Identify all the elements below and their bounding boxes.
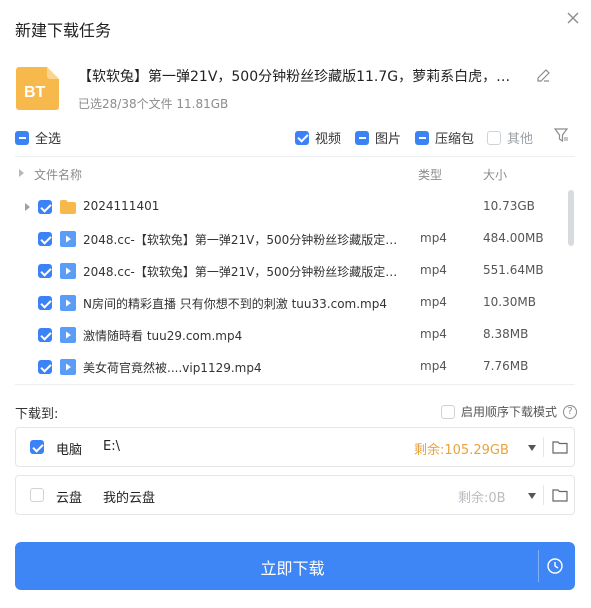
filter-archive[interactable]: 压缩包 [415,128,474,147]
task-summary: 已选28/38个文件 11.81GB [78,97,229,111]
file-size: 10.30MB [483,295,536,309]
help-icon[interactable]: ? [563,404,578,419]
file-row[interactable]: 激情随時看 tuu29.com.mp4 mp4 8.38MB [15,319,565,351]
target-name: 电脑 [56,443,83,458]
column-type-header[interactable]: 类型 [418,166,442,183]
file-checkbox[interactable] [38,200,52,214]
edit-icon[interactable] [536,67,552,83]
file-name: N房间的精彩直播 只有你想不到的刺激 tuu33.com.mp4 [83,297,387,311]
file-row[interactable]: 美女荷官竟然被....vip1129.mp4 mp4 7.76MB [15,351,565,383]
file-name: 激情随時看 tuu29.com.mp4 [83,329,243,343]
divider [543,437,544,457]
filter-archive-box[interactable] [415,130,429,145]
filter-icon[interactable] [553,127,569,143]
file-row[interactable]: N房间的精彩直播 只有你想不到的刺激 tuu33.com.mp4 mp4 10.… [15,287,565,319]
file-table-header: 文件名称 类型 大小 [15,166,575,184]
file-size: 551.64MB [483,263,544,277]
file-size: 10.73GB [483,199,535,213]
sequential-download-toggle[interactable]: 启用顺序下载模式 ? [441,403,578,420]
file-filter-bar: 全选 视频 图片 压缩包 其他 [15,126,575,147]
task-name: 【软软兔】第一弹21V，500分钟粉丝珍藏版11.7G，萝莉系白虎，户外… [78,69,518,85]
path-dropdown-icon[interactable] [528,493,536,499]
file-type: mp4 [420,295,447,309]
column-name-header[interactable]: 文件名称 [34,166,82,183]
file-row[interactable]: 2048.cc-【软软兔】第一弹21V，500分钟粉丝珍藏版定制… mp4 55… [15,255,565,287]
target-computer[interactable]: 电脑 E:\ 剩余:105.29GB [15,427,575,467]
download-now-button[interactable]: 立即下载 [15,542,575,590]
bt-icon-label: BT [24,84,46,101]
divider [15,156,575,157]
target-name: 云盘 [56,491,83,506]
file-row[interactable]: 2048.cc-【软软兔】第一弹21V，500分钟粉丝珍藏版定制… mp4 48… [15,223,565,255]
video-file-icon [59,327,77,343]
file-type: mp4 [420,263,447,277]
target-cloud-checkbox[interactable] [30,488,44,502]
filter-video-label: 视频 [315,132,342,147]
folder-icon [59,199,77,215]
file-size: 8.38MB [483,327,529,341]
filter-archive-label: 压缩包 [435,132,475,147]
select-all-checkbox[interactable]: 全选 [15,128,61,147]
sequential-download-checkbox[interactable] [441,404,455,419]
divider [15,384,575,385]
target-free-space: 剩余:105.29GB [414,443,509,458]
close-icon[interactable] [565,10,581,26]
task-header: BT 【软软兔】第一弹21V，500分钟粉丝珍藏版11.7G，萝莉系白虎，户外…… [15,62,575,112]
target-cloud[interactable]: 云盘 我的云盘 剩余:0B [15,475,575,515]
collapse-all-icon[interactable] [19,169,24,177]
file-type: mp4 [420,359,447,373]
file-type: mp4 [420,231,447,245]
schedule-clock-icon[interactable] [546,557,564,575]
select-all-label: 全选 [35,132,62,147]
file-checkbox[interactable] [38,296,52,310]
filter-image-label: 图片 [375,132,402,147]
sequential-download-label: 启用顺序下载模式 [461,405,558,419]
path-dropdown-icon[interactable] [528,445,536,451]
video-file-icon [59,263,77,279]
expand-icon[interactable] [25,203,30,211]
folder-browse-icon[interactable] [552,487,568,503]
filter-image-box[interactable] [355,130,369,145]
download-to-label: 下载到: [15,407,59,422]
file-name: 2048.cc-【软软兔】第一弹21V，500分钟粉丝珍藏版定制… [83,265,408,279]
folder-browse-icon[interactable] [552,439,568,455]
video-file-icon [59,359,77,375]
file-checkbox[interactable] [38,328,52,342]
bt-file-icon: BT [15,65,61,111]
file-list: 2024111401 10.73GB 2048.cc-【软软兔】第一弹21V，5… [15,191,575,383]
file-name: 2048.cc-【软软兔】第一弹21V，500分钟粉丝珍藏版定制… [83,233,408,247]
file-row[interactable]: 2024111401 10.73GB [15,191,565,223]
target-free-space: 剩余:0B [458,491,506,506]
dialog-title: 新建下载任务 [15,21,112,40]
filter-video-box[interactable] [295,130,309,145]
filter-other-box[interactable] [487,130,501,145]
file-checkbox[interactable] [38,232,52,246]
file-size: 7.76MB [483,359,529,373]
file-list-scrollbar[interactable] [568,190,574,246]
divider [538,550,539,582]
divider [543,485,544,505]
target-computer-checkbox[interactable] [30,440,44,454]
file-size: 484.00MB [483,231,544,245]
column-size-header[interactable]: 大小 [483,166,507,183]
filter-other[interactable]: 其他 [487,128,533,147]
video-file-icon [59,295,77,311]
target-path[interactable]: 我的云盘 [103,487,155,506]
filter-other-label: 其他 [507,132,534,147]
select-all-box[interactable] [15,130,29,145]
file-type: mp4 [420,327,447,341]
file-checkbox[interactable] [38,360,52,374]
file-name: 2024111401 [83,199,160,213]
file-name: 美女荷官竟然被....vip1129.mp4 [83,361,262,375]
filter-video[interactable]: 视频 [295,128,341,147]
filter-image[interactable]: 图片 [355,128,401,147]
download-now-label: 立即下载 [260,559,325,578]
file-checkbox[interactable] [38,264,52,278]
target-path[interactable]: E:\ [103,439,120,454]
video-file-icon [59,231,77,247]
